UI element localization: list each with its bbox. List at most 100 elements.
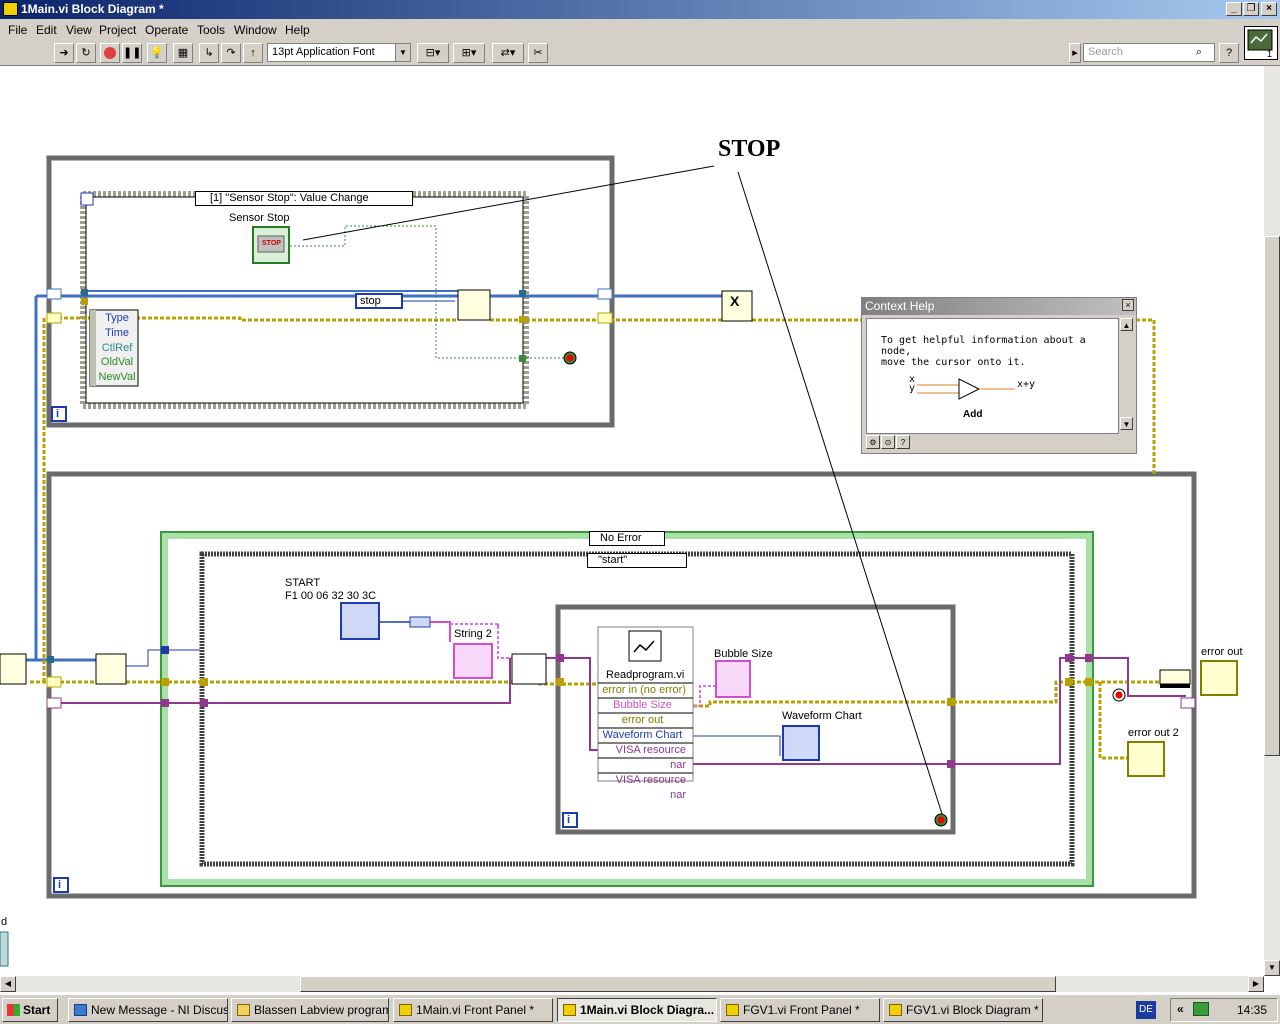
highlight-execution-icon[interactable]: 💡 — [147, 43, 167, 63]
event-case-label: [1] "Sensor Stop": Value Change — [210, 192, 369, 204]
retain-wire-values-icon[interactable]: ▦ — [173, 43, 193, 63]
cleanup-diagram-icon[interactable]: ✂ — [528, 43, 548, 63]
event-data-oldval: OldVal — [100, 356, 134, 369]
event-data-time: Time — [104, 326, 130, 339]
menu-file[interactable]: File — [8, 23, 27, 37]
windows-logo-icon — [7, 1004, 20, 1016]
subvi-term-bubble-size[interactable]: Bubble Size — [599, 698, 686, 713]
event-data-node[interactable]: Type Time CtlRef OldVal NewVal — [98, 311, 136, 385]
menu-window[interactable]: Window — [234, 23, 277, 37]
horizontal-scroll-thumb[interactable] — [300, 976, 1056, 992]
error-out-label: error out — [1201, 646, 1243, 658]
search-placeholder: Search — [1088, 46, 1123, 58]
menu-project[interactable]: Project — [99, 23, 136, 37]
context-help-window[interactable]: Context Help × To get helpful information… — [861, 297, 1137, 454]
start-hex-label: F1 00 06 32 30 3C — [285, 590, 377, 602]
network-icon[interactable] — [1193, 1002, 1209, 1016]
menu-help[interactable]: Help — [285, 23, 310, 37]
close-icon[interactable]: × — [1261, 2, 1277, 16]
chevron-left-icon[interactable]: « — [1177, 1002, 1184, 1016]
task-fgv1-front-panel[interactable]: FGV1.vi Front Panel * — [720, 998, 880, 1022]
scroll-left-icon[interactable]: ◀ — [0, 976, 16, 992]
distribute-objects-icon[interactable]: ⊞▾ — [453, 43, 485, 63]
step-into-icon[interactable]: ↳ — [199, 43, 219, 63]
add-output: x+y — [1017, 379, 1036, 390]
menu-operate[interactable]: Operate — [145, 23, 188, 37]
task-label: FGV1.vi Front Panel * — [743, 1003, 860, 1017]
vertical-scrollbar[interactable]: ▼ — [1264, 66, 1280, 976]
context-help-title-text: Context Help — [865, 299, 935, 313]
top-loop-iteration-terminal: i — [56, 408, 60, 420]
reorder-icon[interactable]: ⇄▾ — [492, 43, 524, 63]
subvi-term-visa-out[interactable]: VISA resource nar — [599, 773, 686, 803]
scroll-right-icon[interactable]: ▶ — [1248, 976, 1264, 992]
error-case-selector[interactable]: No Error — [589, 531, 665, 546]
help-lock-icon[interactable]: ⚙ — [866, 435, 880, 449]
state-case-selector[interactable]: "start" — [587, 553, 687, 568]
context-help-title: Context Help × — [862, 298, 1136, 315]
labview-icon — [726, 1004, 739, 1016]
task-label: New Message - NI Discus... — [91, 1003, 228, 1017]
error-case-label: No Error — [600, 532, 642, 544]
clock: 14:35 — [1237, 1003, 1268, 1017]
system-tray: « 14:35 — [1170, 998, 1278, 1022]
subvi-term-waveform-chart[interactable]: Waveform Chart — [599, 728, 686, 743]
subvi-terminals[interactable]: error in (no error) Bubble Size error ou… — [599, 683, 692, 803]
help-detail-icon[interactable]: ⊙ — [881, 435, 895, 449]
run-continuously-icon[interactable]: ↻ — [76, 43, 96, 63]
vertical-scroll-thumb[interactable] — [1264, 236, 1280, 756]
align-objects-icon[interactable]: ⊟▾ — [417, 43, 449, 63]
subvi-term-error-in[interactable]: error in (no error) — [599, 683, 686, 698]
step-over-icon[interactable]: ↷ — [221, 43, 241, 63]
search-toggle-icon[interactable]: ▸ — [1069, 43, 1081, 63]
context-help-icon[interactable]: ? — [1219, 43, 1239, 63]
menu-tools[interactable]: Tools — [197, 23, 225, 37]
menu-view[interactable]: View — [66, 23, 92, 37]
language-indicator[interactable]: DE — [1136, 1001, 1156, 1019]
vi-connector-icon[interactable]: 1 — [1244, 26, 1278, 60]
close-icon[interactable]: × — [1122, 299, 1134, 311]
scroll-down-icon[interactable]: ▼ — [1264, 960, 1280, 976]
event-data-type: Type — [105, 312, 129, 324]
diagram-wires: X — [0, 155, 1238, 967]
task-main-block-diagram[interactable]: 1Main.vi Block Diagra... — [557, 998, 717, 1022]
task-label: 1Main.vi Front Panel * — [416, 1003, 535, 1017]
task-ni-discussion[interactable]: New Message - NI Discus... — [68, 998, 228, 1022]
waveform-chart-label: Waveform Chart — [782, 710, 862, 722]
subvi-term-error-out[interactable]: error out — [599, 713, 686, 728]
event-case-selector[interactable]: [1] "Sensor Stop": Value Change — [195, 191, 413, 206]
error-out2-label: error out 2 — [1128, 727, 1179, 739]
start-label: Start — [23, 1003, 51, 1017]
start-button[interactable]: Start — [2, 998, 58, 1022]
horizontal-scrollbar[interactable]: ◀ ▶ — [0, 976, 1264, 992]
task-folder[interactable]: Blassen Labview program — [231, 998, 389, 1022]
context-help-text1: To get helpful information about a node, — [881, 335, 1086, 357]
folder-icon — [237, 1004, 250, 1016]
stop-enum-constant[interactable]: stop — [360, 295, 381, 307]
event-data-ctlref: CtlRef — [101, 341, 133, 354]
task-fgv1-block-diagram[interactable]: FGV1.vi Block Diagram * — [883, 998, 1043, 1022]
block-diagram-canvas[interactable]: X STOP [1] "Sensor Stop": Value Change S… — [0, 66, 1264, 976]
pause-icon[interactable]: ❚❚ — [122, 43, 142, 63]
svg-text:X: X — [730, 293, 740, 309]
help-question-icon[interactable]: ? — [896, 435, 910, 449]
search-icon[interactable]: ⌕ — [1189, 43, 1209, 63]
start-label: START — [285, 577, 321, 589]
step-out-icon[interactable]: ↑ — [243, 43, 263, 63]
help-scroll-down-icon[interactable]: ▼ — [1120, 417, 1133, 430]
abort-icon[interactable] — [100, 43, 120, 63]
sensor-stop-label: Sensor Stop — [229, 212, 290, 224]
help-scroll-up-icon[interactable]: ▲ — [1120, 318, 1133, 331]
stop-annotation: STOP — [718, 136, 781, 162]
font-selector[interactable]: 13pt Application Font ▼ — [267, 43, 411, 62]
stop-button-icon[interactable]: STOP — [262, 240, 281, 247]
run-arrow-icon[interactable]: ➜ — [54, 43, 74, 63]
restore-icon[interactable]: ❐ — [1243, 2, 1259, 16]
subvi-name-label: Readprogram.vi — [606, 669, 685, 681]
context-help-text2: move the cursor onto it. — [881, 357, 1026, 368]
task-main-front-panel[interactable]: 1Main.vi Front Panel * — [393, 998, 553, 1022]
labview-icon — [889, 1004, 902, 1016]
subvi-term-visa-in[interactable]: VISA resource nar — [599, 743, 686, 773]
menu-edit[interactable]: Edit — [36, 23, 57, 37]
minimize-icon[interactable]: _ — [1226, 2, 1242, 16]
